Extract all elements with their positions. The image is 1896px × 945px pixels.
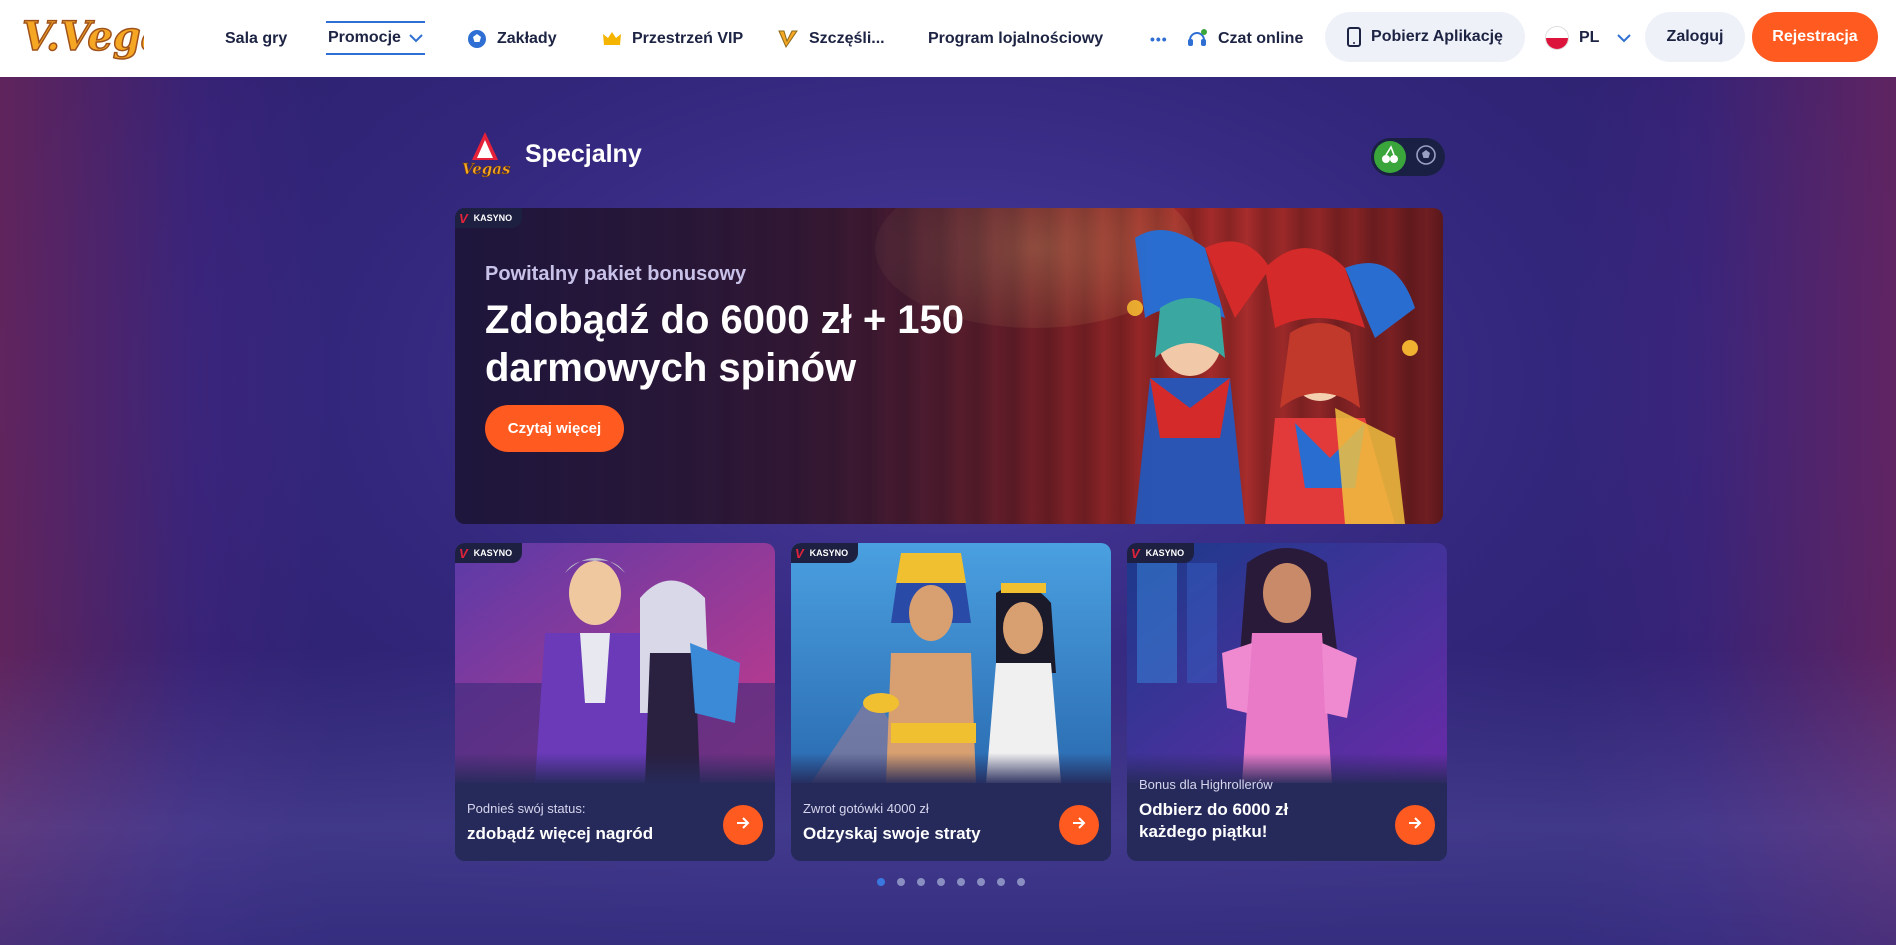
- vip-couple-illustration: [455, 543, 775, 783]
- chat-label: Czat online: [1218, 29, 1304, 47]
- nav-label: Zakłady: [497, 29, 557, 47]
- casino-toggle[interactable]: [1374, 141, 1406, 173]
- more-menu-button[interactable]: •••: [1150, 0, 1168, 77]
- category-toggle[interactable]: [1371, 138, 1445, 176]
- read-more-button[interactable]: Czytaj więcej: [485, 405, 624, 452]
- nav-lucky[interactable]: Szczęśli...: [777, 0, 885, 77]
- banner-title: Zdobądź do 6000 zł + 150 darmowych spinó…: [485, 298, 965, 390]
- v-logo-icon: V: [1131, 545, 1140, 561]
- card-title: Odbierz do 6000 zł każdego piątku!: [1139, 800, 1289, 841]
- phone-icon: [1347, 27, 1362, 47]
- pink-dress-woman-illustration: [1127, 543, 1447, 783]
- card-subtitle: Zwrot gotówki 4000 zł: [803, 801, 929, 816]
- soccer-ball-icon: [467, 29, 487, 49]
- carousel-dot[interactable]: [897, 878, 905, 886]
- register-button[interactable]: Rejestracja: [1752, 12, 1878, 62]
- top-header: V.Vegas Sala gry Promocje Zakłady Przest…: [0, 0, 1896, 77]
- card-arrow-button[interactable]: [1059, 805, 1099, 845]
- headset-icon: [1186, 28, 1208, 50]
- login-button[interactable]: Zaloguj: [1645, 12, 1745, 62]
- v-logo-icon: V: [459, 210, 468, 226]
- pharaoh-couple-illustration: [791, 543, 1111, 783]
- v-logo-icon: V: [459, 545, 468, 561]
- arrow-right-icon: [1071, 815, 1087, 836]
- promo-card-cashback[interactable]: V KASYNO Zwrot gotówki 4000 zł Odzyskaj …: [791, 543, 1111, 861]
- arrow-right-icon: [1407, 815, 1423, 836]
- nav-label: Program lojalnościowy: [928, 29, 1104, 47]
- card-title: zdobądź więcej nagród: [467, 824, 654, 843]
- card-title: Odzyskaj swoje straty: [803, 824, 981, 843]
- casino-tag: V KASYNO: [455, 208, 523, 228]
- card-subtitle: Podnieś swój status:: [467, 801, 586, 816]
- nav-bets[interactable]: Zakłady: [467, 0, 557, 77]
- casino-tag: V KASYNO: [1127, 543, 1195, 563]
- language-label: PL: [1579, 29, 1600, 46]
- section-title: Specjalny: [525, 140, 642, 168]
- banner-subtitle: Powitalny pakiet bonusowy: [485, 263, 747, 285]
- chevron-down-icon: [1617, 33, 1632, 43]
- casino-tag: V KASYNO: [791, 543, 859, 563]
- login-label: Zaloguj: [1666, 28, 1724, 45]
- vegas-badge-logo: Vegas: [462, 132, 511, 178]
- nav-label: Przestrzeń VIP: [632, 29, 744, 47]
- svg-text:V.Vegas: V.Vegas: [22, 13, 144, 60]
- crown-icon: [602, 30, 622, 48]
- poland-flag-icon: [1545, 26, 1569, 50]
- carousel-dot[interactable]: [1017, 878, 1025, 886]
- casino-tag: V KASYNO: [455, 543, 523, 563]
- chevron-down-icon: [409, 33, 423, 43]
- nav-label: Szczęśli...: [809, 29, 885, 47]
- app-label: Pobierz Aplikację: [1371, 28, 1503, 45]
- carousel-dot[interactable]: [977, 878, 985, 886]
- language-selector[interactable]: PL: [1545, 22, 1632, 54]
- carousel-dot[interactable]: [877, 878, 885, 886]
- card-arrow-button[interactable]: [1395, 805, 1435, 845]
- sports-toggle[interactable]: [1410, 141, 1442, 173]
- carousel-dot[interactable]: [937, 878, 945, 886]
- soccer-ball-icon: [1415, 144, 1437, 171]
- arrow-right-icon: [735, 815, 751, 836]
- nav-vip[interactable]: Przestrzeń VIP: [602, 0, 743, 77]
- nav-label: Sala gry: [225, 29, 288, 47]
- carousel-dot[interactable]: [957, 878, 965, 886]
- v-logo-icon: [777, 28, 799, 50]
- promo-card-status[interactable]: V KASYNO Podnieś swój status: zdobądź wi…: [455, 543, 775, 861]
- promo-card-highroller[interactable]: V KASYNO Bonus dla Highrollerów Odbierz …: [1127, 543, 1447, 861]
- download-app-button[interactable]: Pobierz Aplikację: [1325, 12, 1525, 62]
- cherries-icon: [1380, 144, 1400, 170]
- card-arrow-button[interactable]: [723, 805, 763, 845]
- nav-promotions[interactable]: Promocje: [326, 21, 425, 55]
- welcome-bonus-banner[interactable]: V KASYNO Powitalny pakiet bonusowy Zdobą…: [455, 208, 1443, 524]
- nav-game-room[interactable]: Sala gry: [225, 0, 287, 77]
- register-label: Rejestracja: [1772, 28, 1858, 45]
- carousel-pagination: [877, 878, 1025, 886]
- nav-label: Promocje: [328, 29, 401, 46]
- online-chat-button[interactable]: Czat online: [1186, 0, 1303, 77]
- vvegas-logo[interactable]: V.Vegas: [20, 8, 144, 66]
- carousel-dot[interactable]: [917, 878, 925, 886]
- more-dots-icon: •••: [1150, 30, 1168, 47]
- v-logo-icon: V: [795, 545, 804, 561]
- carousel-dot[interactable]: [997, 878, 1005, 886]
- svg-text:Vegas: Vegas: [462, 160, 511, 178]
- nav-loyalty[interactable]: Program lojalnościowy: [928, 0, 1103, 77]
- card-subtitle: Bonus dla Highrollerów: [1139, 777, 1273, 792]
